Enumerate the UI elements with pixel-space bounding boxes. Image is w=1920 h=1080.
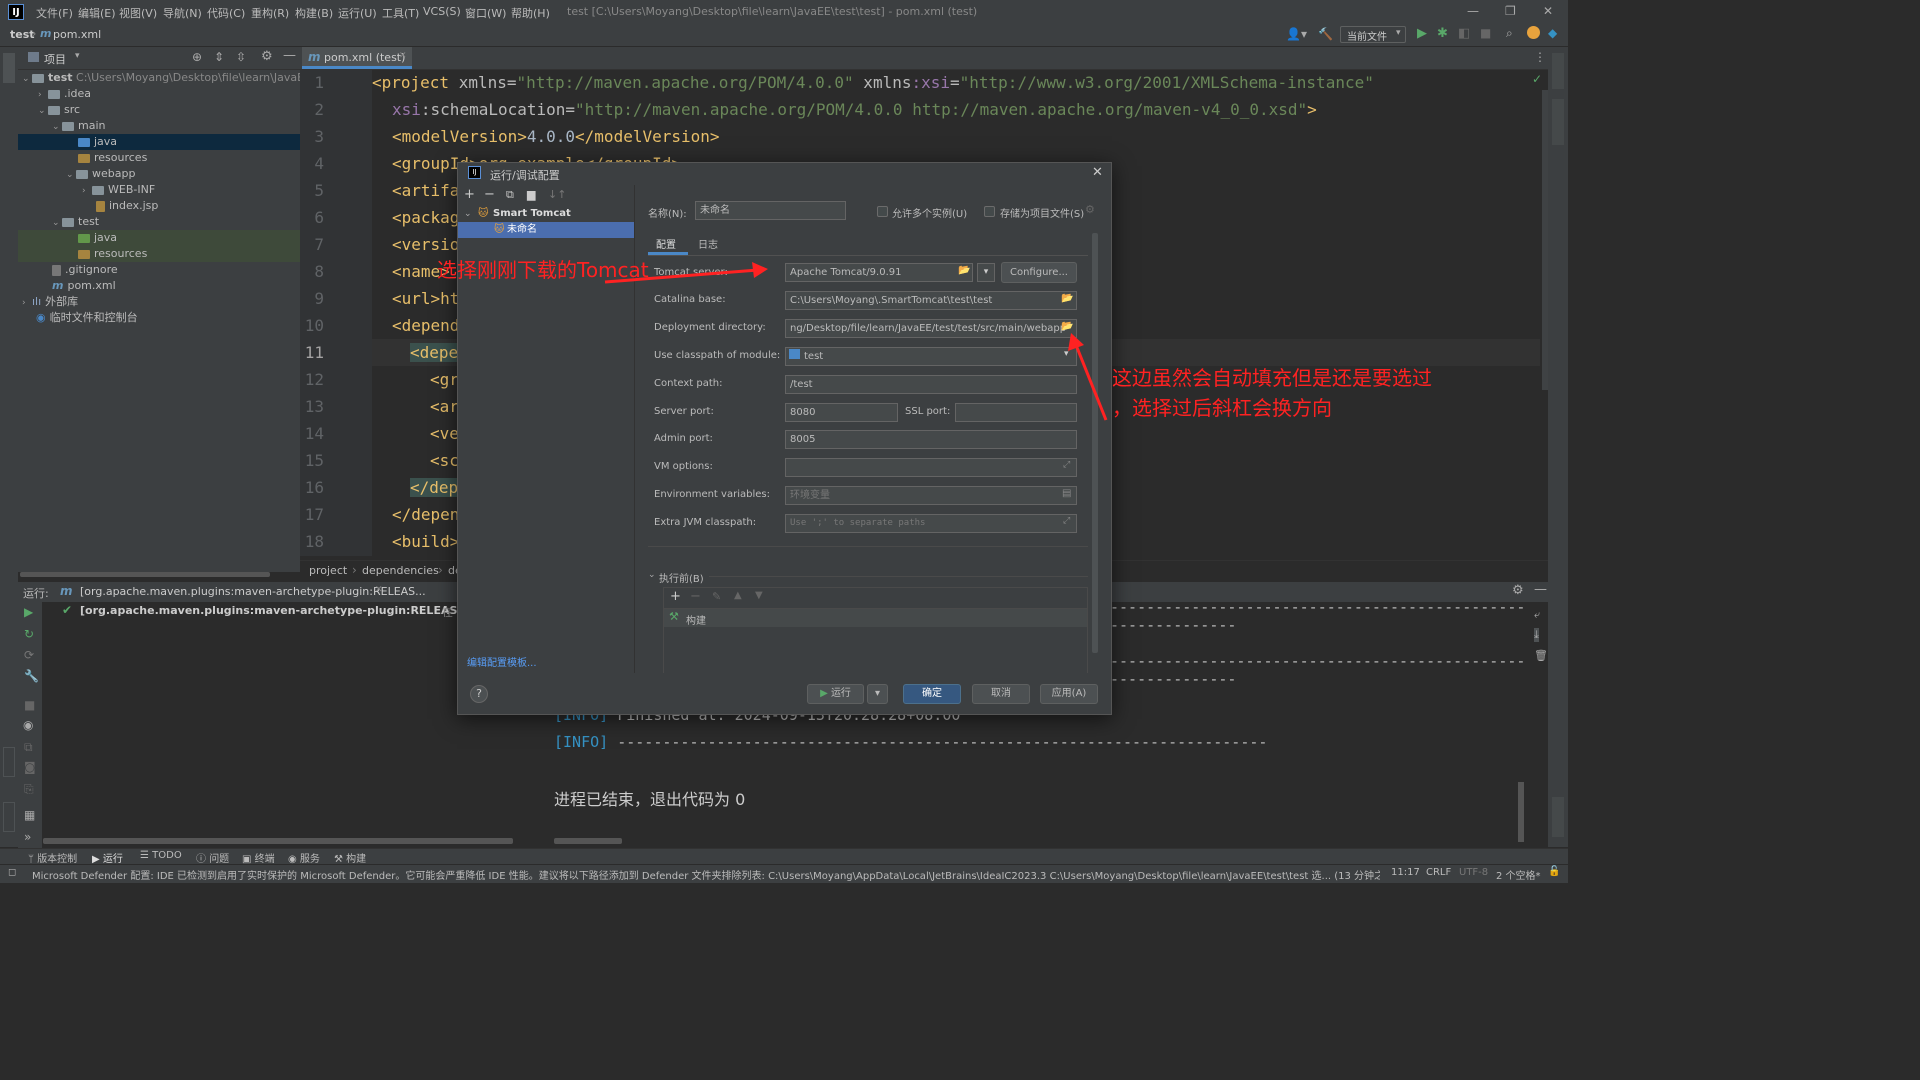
- annotation-arrow-deploy: [1074, 344, 1108, 421]
- annotation-note-line1: 这边虽然会自动填充但是还是要选过: [1112, 366, 1432, 390]
- annotation-arrows: [604, 262, 1108, 421]
- annotation-arrowhead-tomcat: [752, 262, 768, 278]
- annotation-select-tomcat: 选择刚刚下载的Tomcat: [437, 258, 649, 282]
- annotation-note-line2: ，选择过后斜杠会换方向: [1112, 396, 1332, 420]
